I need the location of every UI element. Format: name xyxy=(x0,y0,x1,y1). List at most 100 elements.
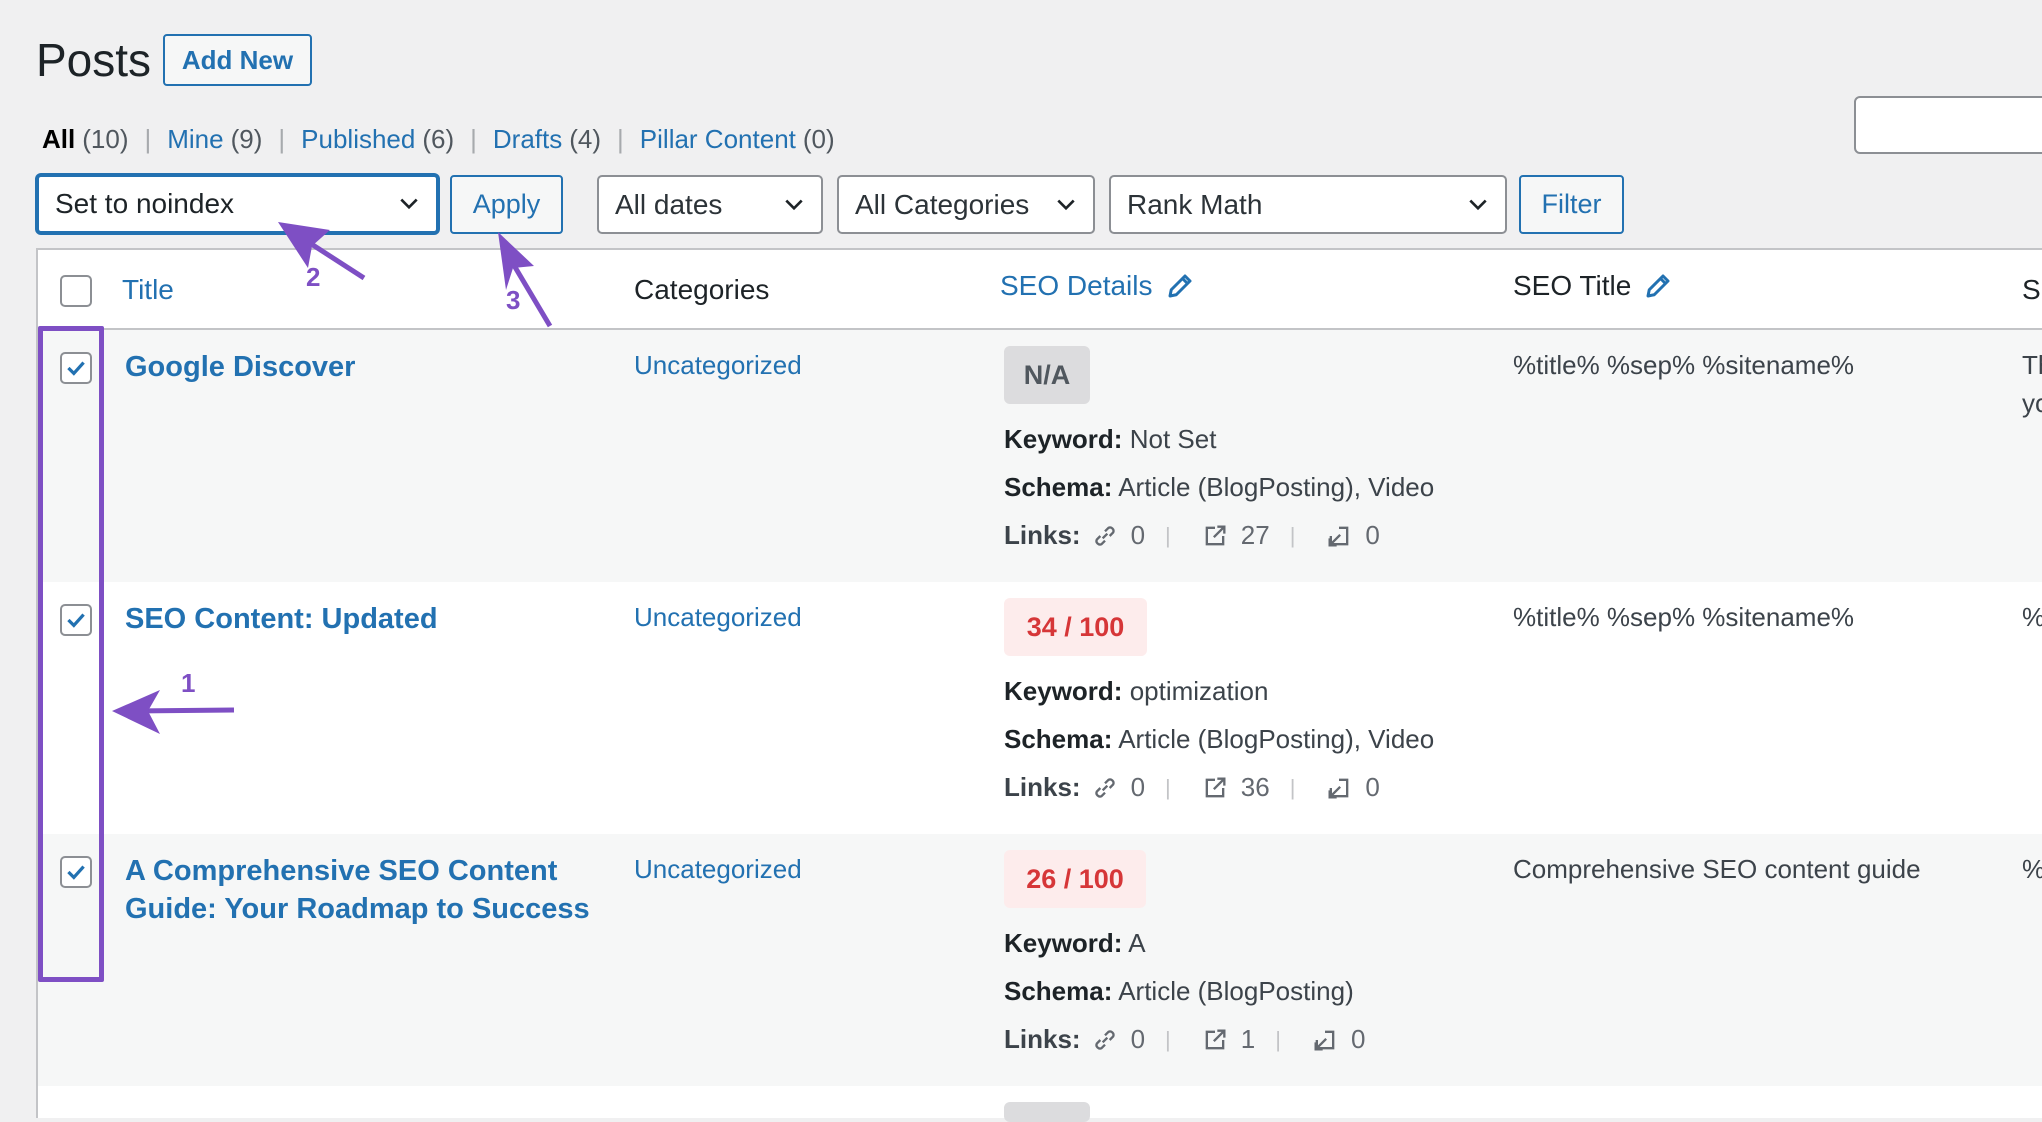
schema-info: Schema: Article (BlogPosting), Video xyxy=(1004,472,1434,503)
schema-value: Article (BlogPosting), Video xyxy=(1118,724,1435,754)
links-separator: | xyxy=(1165,774,1171,800)
categories-filter-select[interactable]: All Categories xyxy=(837,175,1095,234)
keyword-value: Not Set xyxy=(1129,424,1217,454)
view-count: (9) xyxy=(230,124,263,154)
seo-score-badge-partial xyxy=(1004,1102,1090,1122)
schema-label: Schema: xyxy=(1004,976,1113,1006)
apply-button[interactable]: Apply xyxy=(450,175,563,234)
keyword-value: A xyxy=(1128,928,1146,958)
post-category-link[interactable]: Uncategorized xyxy=(634,350,802,381)
bulk-action-value: Set to noindex xyxy=(55,188,235,219)
view-separator: | xyxy=(278,124,286,154)
pencil-icon[interactable] xyxy=(1165,271,1195,301)
clipped-cell-text: % xyxy=(2022,854,2042,885)
search-input[interactable] xyxy=(1854,96,2042,154)
incoming-link-icon xyxy=(1328,526,1349,546)
column-categories-header: Categories xyxy=(634,274,770,305)
keyword-value: optimization xyxy=(1129,676,1269,706)
keyword-label: Keyword: xyxy=(1004,424,1123,454)
view-separator: | xyxy=(470,124,477,154)
rankmath-filter-select[interactable]: Rank Math xyxy=(1109,175,1507,234)
links-info: Links: 0 | 36 | 0 xyxy=(1004,772,1380,803)
incoming-links-count: 0 xyxy=(1365,772,1380,802)
view-count: (10) xyxy=(82,124,129,154)
schema-info: Schema: Article (BlogPosting), Video xyxy=(1004,724,1434,755)
schema-value: Article (BlogPosting) xyxy=(1118,976,1354,1006)
annotation-step-1: 1 xyxy=(181,668,196,698)
internal-links-count: 0 xyxy=(1130,520,1146,550)
external-links-count: 36 xyxy=(1240,772,1270,802)
links-label: Links: xyxy=(1004,772,1081,802)
categories-filter-value: All Categories xyxy=(855,188,1030,220)
external-link-icon xyxy=(1205,777,1226,797)
annotation-step-2: 2 xyxy=(306,262,321,292)
post-title-link[interactable]: SEO Content: Updated xyxy=(125,600,595,638)
clipped-cell-text: % xyxy=(2022,602,2042,633)
keyword-info: Keyword: Not Set xyxy=(1004,424,1216,455)
view-separator: | xyxy=(617,124,624,154)
filter-button[interactable]: Filter xyxy=(1519,175,1624,234)
view-count: (4) xyxy=(569,124,602,154)
post-status-views: All (10) | Mine (9) | Published (6) | Draft… xyxy=(42,124,835,155)
links-separator: | xyxy=(1289,522,1296,548)
checkbox-highlight-box xyxy=(38,326,104,982)
seo-score-badge: 26 / 100 xyxy=(1004,850,1146,908)
links-separator: | xyxy=(1275,1026,1281,1052)
view-drafts[interactable]: Drafts xyxy=(493,124,562,155)
column-title-header[interactable]: Title xyxy=(122,274,174,306)
view-count: (0) xyxy=(802,124,835,154)
view-all[interactable]: All xyxy=(42,124,75,155)
links-info: Links: 0 | 1 | 0 xyxy=(1004,1024,1365,1055)
seo-score-badge: 34 / 100 xyxy=(1004,598,1147,656)
seo-title-value: Comprehensive SEO content guide xyxy=(1513,854,1921,884)
chevron-down-icon xyxy=(785,199,803,210)
select-all-checkbox[interactable] xyxy=(60,275,92,307)
schema-label: Schema: xyxy=(1004,472,1113,502)
links-separator: | xyxy=(1165,522,1171,548)
keyword-info: Keyword: A xyxy=(1004,928,1146,959)
view-pillar-content[interactable]: Pillar Content xyxy=(640,124,796,155)
keyword-label: Keyword: xyxy=(1004,928,1123,958)
external-links-count: 1 xyxy=(1240,1024,1256,1054)
clipped-cell-text: Th xyxy=(2022,350,2042,380)
internal-link-icon xyxy=(1094,1029,1115,1050)
schema-value: Article (BlogPosting), Video xyxy=(1118,472,1435,502)
dates-filter-select[interactable]: All dates xyxy=(597,175,823,234)
post-title-link[interactable]: A Comprehensive SEO Content Guide: Your … xyxy=(125,852,595,928)
external-links-count: 27 xyxy=(1240,520,1270,550)
external-link-icon xyxy=(1205,525,1226,545)
view-separator: | xyxy=(144,124,152,154)
seo-title-value: %title% %sep% %sitename% xyxy=(1513,602,1855,632)
internal-link-icon xyxy=(1094,525,1115,546)
incoming-link-icon xyxy=(1328,778,1349,798)
column-seo-title-label: SEO Title xyxy=(1513,270,1632,301)
column-seo-details-label: SEO Details xyxy=(1000,270,1153,301)
post-category-link[interactable]: Uncategorized xyxy=(634,854,802,885)
column-seo-details-header[interactable]: SEO Details xyxy=(1000,270,1195,302)
chevron-down-icon xyxy=(1057,199,1075,210)
chevron-down-icon xyxy=(1469,199,1487,210)
view-mine[interactable]: Mine xyxy=(167,124,223,155)
column-clipped-header: S xyxy=(2022,274,2041,305)
post-title-link[interactable]: Google Discover xyxy=(125,348,595,386)
post-category-link[interactable]: Uncategorized xyxy=(634,602,802,633)
links-separator: | xyxy=(1165,1026,1171,1052)
clipped-cell-text: yo xyxy=(2022,388,2042,418)
keyword-info: Keyword: optimization xyxy=(1004,676,1268,707)
chevron-down-icon xyxy=(400,198,418,210)
external-link-icon xyxy=(1205,1029,1226,1049)
links-label: Links: xyxy=(1004,520,1081,550)
incoming-links-count: 0 xyxy=(1350,1024,1366,1054)
view-count: (6) xyxy=(422,124,455,154)
keyword-label: Keyword: xyxy=(1004,676,1123,706)
internal-links-count: 0 xyxy=(1130,772,1146,802)
links-label: Links: xyxy=(1004,1024,1081,1054)
pencil-icon[interactable] xyxy=(1643,271,1673,301)
bulk-action-select[interactable]: Set to noindex xyxy=(36,174,439,234)
add-new-button[interactable]: Add New xyxy=(163,34,312,86)
incoming-link-icon xyxy=(1314,1030,1335,1050)
view-published[interactable]: Published xyxy=(301,124,415,155)
schema-info: Schema: Article (BlogPosting) xyxy=(1004,976,1354,1007)
internal-links-count: 0 xyxy=(1130,1024,1146,1054)
links-info: Links: 0 | 27 | 0 xyxy=(1004,520,1380,551)
